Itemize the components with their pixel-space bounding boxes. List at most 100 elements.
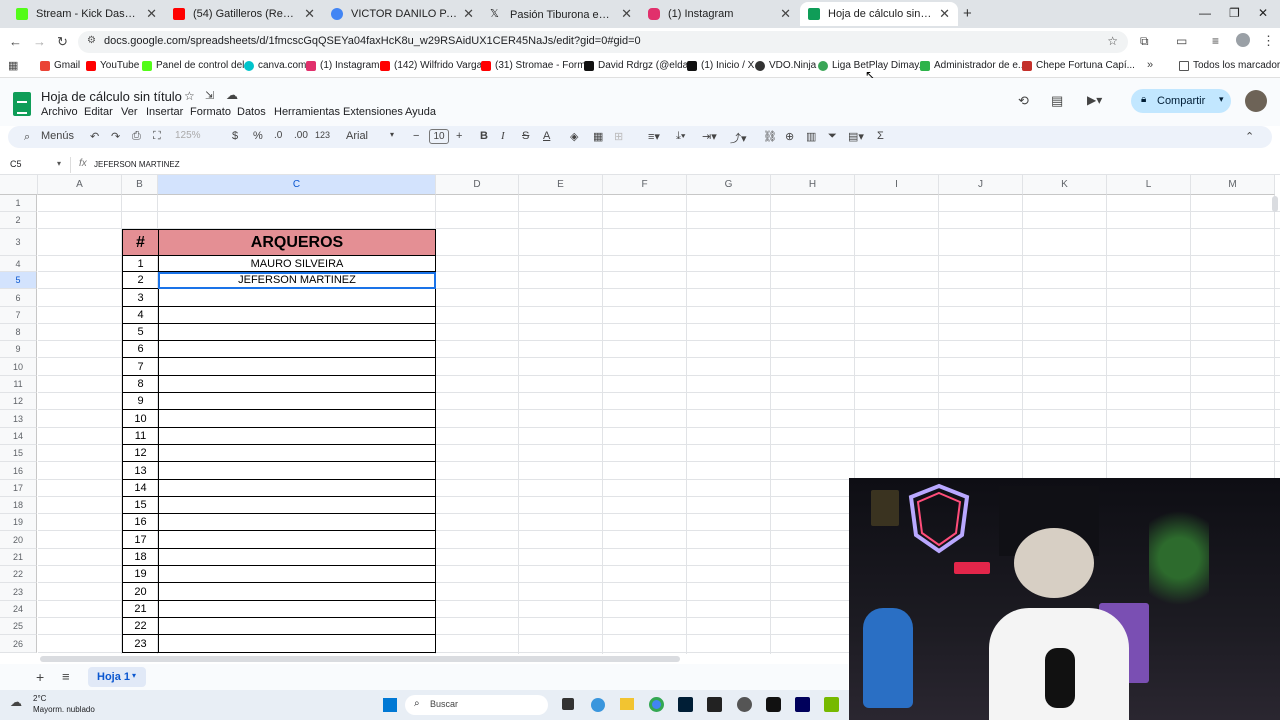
bookmark-gmail[interactable]: Gmail <box>40 60 80 71</box>
more-icon[interactable]: ⋮ <box>1262 33 1275 49</box>
table-number-cell[interactable]: 12 <box>122 444 159 462</box>
chevron-down-icon[interactable]: ▾ <box>390 130 394 139</box>
table-name-cell[interactable] <box>158 340 436 358</box>
table-name-cell[interactable] <box>158 392 436 410</box>
bookmark-administrador[interactable]: Administrador de e... <box>920 60 1026 71</box>
table-number-cell[interactable]: 13 <box>122 461 159 480</box>
more-bookmarks-icon[interactable]: » <box>1147 59 1153 71</box>
row-header-19[interactable]: 19 <box>0 514 37 531</box>
row-header-20[interactable]: 20 <box>0 531 37 549</box>
menu-insertar[interactable]: Insertar <box>146 106 183 118</box>
strikethrough-button[interactable]: S <box>522 130 529 142</box>
browser-tab[interactable]: VICTOR DANILO PACHECO - Bu ✕ <box>323 2 482 26</box>
vertical-scrollbar[interactable] <box>1272 196 1278 212</box>
close-icon[interactable]: ✕ <box>146 6 157 22</box>
column-header-l[interactable]: L <box>1107 175 1191 195</box>
table-name-cell[interactable] <box>158 288 436 307</box>
row-header-6[interactable]: 6 <box>0 289 37 307</box>
font-size-minus-icon[interactable]: − <box>413 130 419 142</box>
table-number-cell[interactable]: 16 <box>122 513 159 531</box>
obs-icon[interactable] <box>737 697 752 712</box>
table-name-cell[interactable] <box>158 565 436 583</box>
row-header-21[interactable]: 21 <box>0 549 37 566</box>
redo-icon[interactable]: ↷ <box>111 130 120 143</box>
row-header-26[interactable]: 26 <box>0 635 37 653</box>
menu-archivo[interactable]: Archivo <box>41 106 78 118</box>
table-name-cell[interactable] <box>158 375 436 393</box>
menu-search[interactable]: Menús <box>41 130 74 142</box>
column-header-e[interactable]: E <box>519 175 603 195</box>
font-size-plus-icon[interactable]: + <box>456 130 462 142</box>
column-header-i[interactable]: I <box>855 175 939 195</box>
meet-icon[interactable]: ▶▾ <box>1087 93 1102 107</box>
functions-button[interactable]: Σ <box>877 130 884 142</box>
zoom-select[interactable]: 125% <box>175 130 201 141</box>
table-number-cell[interactable]: 15 <box>122 496 159 514</box>
collapse-toolbar-icon[interactable]: ⌃ <box>1245 130 1254 143</box>
table-number-cell[interactable]: 14 <box>122 479 159 497</box>
increase-decimal[interactable]: .00 <box>294 130 308 141</box>
name-box[interactable]: C5 <box>10 159 22 169</box>
align-left-icon[interactable]: ≡▾ <box>648 130 660 143</box>
share-button[interactable]: 🔒︎ Compartir ▾ <box>1131 89 1231 113</box>
bookmark-youtube-video[interactable]: (142) Wilfrido Varga... <box>380 60 491 71</box>
profile-avatar[interactable] <box>1236 33 1250 47</box>
insert-comment-icon[interactable]: ⊕ <box>785 130 794 143</box>
table-number-cell[interactable]: 7 <box>122 357 159 376</box>
print-icon[interactable]: ⎙ <box>132 130 141 143</box>
table-number-cell[interactable]: 3 <box>122 288 159 307</box>
chevron-down-icon[interactable]: ▾ <box>1219 94 1224 105</box>
bookmark-kick[interactable]: Panel de control del... <box>142 60 253 71</box>
row-header-24[interactable]: 24 <box>0 601 37 618</box>
table-number-cell[interactable]: 23 <box>122 634 159 653</box>
row-header-11[interactable]: 11 <box>0 376 37 393</box>
menu-extensiones[interactable]: Extensiones <box>343 106 403 118</box>
after-effects-icon[interactable] <box>795 697 810 712</box>
table-number-cell[interactable]: 9 <box>122 392 159 410</box>
borders-icon[interactable]: ▦ <box>593 130 603 143</box>
row-header-16[interactable]: 16 <box>0 462 37 480</box>
close-window-icon[interactable]: ✕ <box>1258 6 1268 20</box>
all-sheets-icon[interactable]: ≡ <box>62 669 70 684</box>
percent-format[interactable]: % <box>253 130 263 142</box>
merge-icon[interactable]: ⊞ <box>614 130 623 143</box>
browser-tab[interactable]: (54) Gatilleros (Remix) -Tito El B ✕ <box>165 2 323 26</box>
column-header-g[interactable]: G <box>687 175 771 195</box>
forward-icon[interactable]: → <box>33 34 46 49</box>
nvidia-icon[interactable] <box>824 697 839 712</box>
close-icon[interactable]: ✕ <box>780 6 791 22</box>
minimize-icon[interactable]: — <box>1199 6 1211 20</box>
row-header-25[interactable]: 25 <box>0 618 37 635</box>
row-header-10[interactable]: 10 <box>0 358 37 376</box>
bookmark-star-icon[interactable]: ☆ <box>1107 34 1118 48</box>
extensions-icon[interactable]: ⧉ <box>1140 34 1149 49</box>
table-name-cell[interactable] <box>158 461 436 480</box>
chevron-down-icon[interactable]: ▾ <box>132 671 136 680</box>
table-number-cell[interactable]: 5 <box>122 323 159 341</box>
tiktok-icon[interactable] <box>766 697 781 712</box>
user-avatar[interactable] <box>1245 90 1267 112</box>
menu-ver[interactable]: Ver <box>121 106 138 118</box>
table-name-cell[interactable] <box>158 496 436 514</box>
menu-herramientas[interactable]: Herramientas <box>274 106 340 118</box>
windows-start-icon[interactable] <box>383 698 397 712</box>
table-header-hash[interactable]: # <box>122 229 159 256</box>
table-number-cell[interactable]: 22 <box>122 617 159 635</box>
column-header-f[interactable]: F <box>603 175 687 195</box>
media-icon[interactable]: ▭ <box>1176 34 1187 48</box>
more-formats[interactable]: 123 <box>315 130 330 140</box>
table-name-cell[interactable] <box>158 600 436 618</box>
chrome-icon[interactable] <box>649 697 664 712</box>
reload-icon[interactable]: ↻ <box>57 34 68 50</box>
chevron-down-icon[interactable]: ▾ <box>57 159 61 168</box>
restore-icon[interactable]: ❐ <box>1229 6 1240 20</box>
row-header-7[interactable]: 7 <box>0 307 37 324</box>
row-header-8[interactable]: 8 <box>0 324 37 341</box>
table-name-cell[interactable] <box>158 409 436 428</box>
url-field[interactable]: ⚙ docs.google.com/spreadsheets/d/1fmcscG… <box>78 31 1128 53</box>
bookmark-canva[interactable]: canva.com <box>244 60 306 71</box>
column-header-m[interactable]: M <box>1191 175 1275 195</box>
table-name-cell[interactable] <box>158 427 436 445</box>
italic-button[interactable]: I <box>501 130 505 142</box>
menu-ayuda[interactable]: Ayuda <box>405 106 436 118</box>
